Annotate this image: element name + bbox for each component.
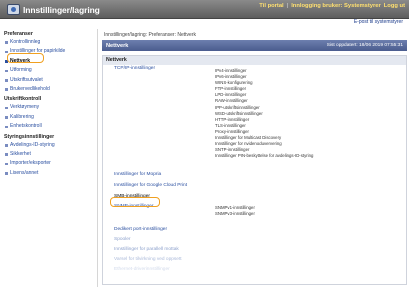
sub-setting-link[interactable]: SNMPv3-innstillinger: [215, 211, 255, 217]
sidebar-item-utforming[interactable]: Utforming: [0, 66, 97, 75]
page-title: Nettverk: [106, 42, 129, 49]
app-title: Innstillinger/lagring: [23, 4, 100, 15]
sidebar: Preferanser Kontrollinnleg Innstillinger f…: [0, 29, 98, 287]
sidebar-item-brukervedlikehold[interactable]: Brukervedlikehold: [0, 85, 97, 94]
app-title-group: Innstillinger/lagring: [7, 4, 100, 15]
top-navigation: Til portal | Innlogging bruker: Systemst…: [259, 3, 405, 9]
email-admin-link[interactable]: E-post til systemstyrer: [354, 19, 403, 25]
bullet-icon: [5, 69, 8, 73]
sidebar-section-title: Preferanser: [4, 31, 33, 37]
bullet-icon: [5, 162, 8, 166]
more-setting-link[interactable]: Dedikert port-innstillinger: [114, 227, 167, 232]
page-header: Nettverk Sist oppdatert: 18/06 2019 07:5…: [102, 40, 407, 51]
gcp-settings-link[interactable]: Innstillinger for Google Cloud Print: [114, 183, 187, 188]
sidebar-item-avdelings-id-styring[interactable]: Avdelings-ID-styring: [0, 141, 97, 150]
logout-link[interactable]: Logg ut: [384, 3, 405, 9]
highlight-nettverk: [7, 53, 44, 63]
sidebar-item-label: Utforming: [10, 67, 32, 74]
sidebar-item-kontrollinnleg[interactable]: Kontrollinnleg: [0, 38, 97, 47]
sidebar-item-label: Enhetskontroll: [10, 123, 42, 130]
more-setting-link[interactable]: Innstillinger for parallell mottak: [114, 247, 179, 252]
tcpip-settings-link[interactable]: TCP/IP-innstillinger: [114, 66, 155, 71]
sidebar-item-label: Verktøymeny: [10, 104, 40, 111]
nav-separator: |: [286, 3, 289, 9]
sidebar-item-enhetskontroll[interactable]: Enhetskontroll: [0, 122, 97, 131]
bullet-icon: [5, 116, 8, 119]
sidebar-item-utskriftsutvalet[interactable]: Utskriftsutvalet: [0, 76, 97, 85]
bullet-icon: [5, 50, 8, 54]
bullet-icon: [5, 172, 8, 175]
more-setting-link[interactable]: Spooler: [114, 237, 131, 242]
sidebar-item-label: Avdelings-ID-styring: [10, 141, 55, 148]
tcpip-sub-list: IPv4-innstillinger IPv6-innstillinger WINS…: [215, 68, 313, 159]
bullet-icon: [5, 143, 8, 147]
sidebar-section-title: Utskriftkontroll: [4, 96, 42, 103]
sidebar-item-label: Lisens/annet: [10, 169, 39, 176]
bullet-icon: [5, 78, 8, 82]
sidebar-item-importer-eksporter[interactable]: Importer/eksporter: [0, 159, 97, 168]
sub-setting-link[interactable]: Innstillinger PIN-beskyttelse for avdeli…: [215, 153, 313, 159]
sidebar-item-kalibrering[interactable]: Kalibrering: [0, 113, 97, 122]
sidebar-item-label: Kontrollinnleg: [10, 39, 41, 45]
more-setting-link[interactable]: Ethernet-driverinnstillinger: [114, 267, 170, 272]
panel-title: Nettverk: [103, 56, 406, 65]
panel-body: TCP/IP-innstillinger IPv4-innstillinger I…: [103, 65, 406, 284]
breadcrumb: Innstillinger/lagring: Preferanser: Nett…: [104, 32, 196, 38]
portal-link[interactable]: Til portal: [259, 3, 283, 9]
sidebar-item-label: Sikkerhet: [10, 150, 31, 157]
sidebar-item-label: Importer/eksporter: [10, 160, 51, 167]
last-updated: Sist oppdatert: 18/06 2019 07:55:31: [326, 43, 403, 48]
more-setting-link[interactable]: Varsel for tilvirkning ved oppsett: [114, 257, 182, 262]
bullet-icon: [5, 153, 8, 156]
highlight-smb: [110, 197, 160, 207]
sidebar-item-lisens-annet[interactable]: Lisens/annet: [0, 169, 97, 178]
sidebar-item-sikkerhet[interactable]: Sikkerhet: [0, 150, 97, 159]
sidebar-item-verkt-ymeny[interactable]: Verktøymeny: [0, 103, 97, 112]
sub-top-bar: E-post til systemstyrer: [0, 19, 409, 29]
network-panel: Nettverk TCP/IP-innstillinger IPv4-innst…: [102, 55, 407, 285]
bullet-icon: [5, 106, 8, 110]
bullet-icon: [5, 41, 8, 44]
snmp-sub-list: SNMPv1-innstillinger SNMPv3-innstillinger: [215, 205, 255, 217]
sidebar-section-title: Styringsinnstillinger: [4, 133, 55, 140]
bullet-icon: [5, 88, 8, 91]
top-bar: Innstillinger/lagring Til portal | Innlo…: [0, 0, 409, 19]
settings-logo-icon: [7, 4, 20, 15]
bullet-icon: [5, 125, 8, 129]
main-content: Innstillinger/lagring: Preferanser: Nett…: [102, 29, 407, 287]
mopria-settings-link[interactable]: Innstillinger for Mopria: [114, 172, 161, 177]
login-user-label: Innlogging bruker: Systemstyrer: [291, 3, 381, 9]
sidebar-item-label: Brukervedlikehold: [10, 85, 50, 92]
sidebar-item-label: Kalibrering: [10, 113, 34, 120]
sidebar-item-label: Utskriftsutvalet: [10, 76, 43, 83]
